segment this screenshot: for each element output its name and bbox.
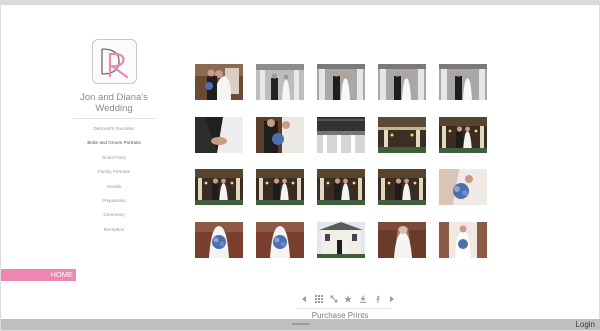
slideshow-toolbar — [297, 293, 400, 305]
photo-image — [256, 221, 304, 258]
gallery-thumbnail[interactable] — [439, 64, 487, 100]
photo-image — [256, 116, 304, 153]
nav-item[interactable]: Family Portraits — [73, 165, 155, 179]
gallery-thumbnail[interactable] — [256, 116, 304, 153]
photo-image — [317, 221, 365, 258]
nav-item[interactable]: Ceremony — [73, 208, 155, 222]
site-title: Jon and Diana's Wedding — [80, 92, 148, 114]
gallery-thumbnail[interactable] — [317, 64, 365, 100]
divider — [297, 308, 391, 309]
gallery-thumbnail[interactable] — [195, 116, 243, 153]
photo-image — [317, 64, 365, 100]
nav-item[interactable]: Reception — [73, 223, 155, 237]
nav-item[interactable]: Deborah's Favorites — [73, 122, 155, 136]
photo-image — [195, 64, 243, 100]
top-bar — [1, 1, 600, 5]
photo-image — [195, 221, 243, 258]
photo-image — [439, 116, 487, 153]
gallery-thumbnail[interactable] — [439, 221, 487, 258]
photo-image — [256, 169, 304, 205]
photo-image — [378, 221, 426, 258]
home-button[interactable]: HOME — [1, 269, 76, 281]
login-link[interactable]: Login — [575, 319, 595, 330]
gallery-thumbnail[interactable] — [378, 64, 426, 100]
photo-image — [317, 116, 365, 153]
prev-icon[interactable] — [297, 293, 312, 305]
nav-item[interactable]: Bride and Groom Portraits — [73, 136, 155, 150]
gallery-thumbnail[interactable] — [378, 221, 426, 258]
gallery-thumbnail[interactable] — [256, 221, 304, 258]
photo-image — [378, 116, 426, 153]
nav-item[interactable]: Preparation — [73, 194, 155, 208]
photo-image — [256, 64, 304, 100]
gallery-thumbnail[interactable] — [378, 169, 426, 205]
photo-image — [317, 169, 365, 205]
next-icon[interactable] — [385, 293, 400, 305]
star-icon[interactable] — [341, 293, 356, 305]
photo-image — [195, 169, 243, 205]
site-logo[interactable] — [92, 39, 137, 84]
photo-image — [439, 169, 487, 205]
gallery-thumbnail[interactable] — [439, 116, 487, 153]
photo-image — [378, 169, 426, 205]
gallery-thumbnail[interactable] — [256, 64, 304, 100]
photo-image — [378, 64, 426, 100]
nav-item[interactable]: Bridal Party — [73, 151, 155, 165]
gallery-thumbnail[interactable] — [256, 169, 304, 205]
bottom-bar-handle[interactable] — [292, 323, 310, 325]
photo-image — [195, 116, 243, 153]
gallery-thumbnail[interactable] — [195, 169, 243, 205]
bottom-bar: Login — [1, 319, 600, 330]
download-icon[interactable] — [356, 293, 371, 305]
fullscreen-icon[interactable] — [326, 293, 341, 305]
facebook-icon[interactable] — [370, 293, 385, 305]
gallery-thumbnail[interactable] — [317, 221, 365, 258]
photo-image — [439, 64, 487, 100]
grid-icon[interactable] — [312, 293, 327, 305]
gallery-thumbnail[interactable] — [378, 116, 426, 153]
gallery-thumbnail[interactable] — [317, 169, 365, 205]
nav-item[interactable]: Details — [73, 180, 155, 194]
divider — [73, 118, 155, 119]
monogram-logo-icon — [101, 48, 129, 79]
gallery-thumbnail[interactable] — [195, 221, 243, 258]
gallery-thumbnail[interactable] — [439, 169, 487, 205]
photo-image — [439, 221, 487, 258]
gallery-thumbnail[interactable] — [317, 116, 365, 153]
gallery-thumbnail[interactable] — [195, 64, 243, 100]
page: Jon and Diana's Wedding Deborah's Favori… — [0, 0, 600, 331]
gallery-nav: Deborah's Favorites Bride and Groom Portr… — [73, 122, 155, 237]
